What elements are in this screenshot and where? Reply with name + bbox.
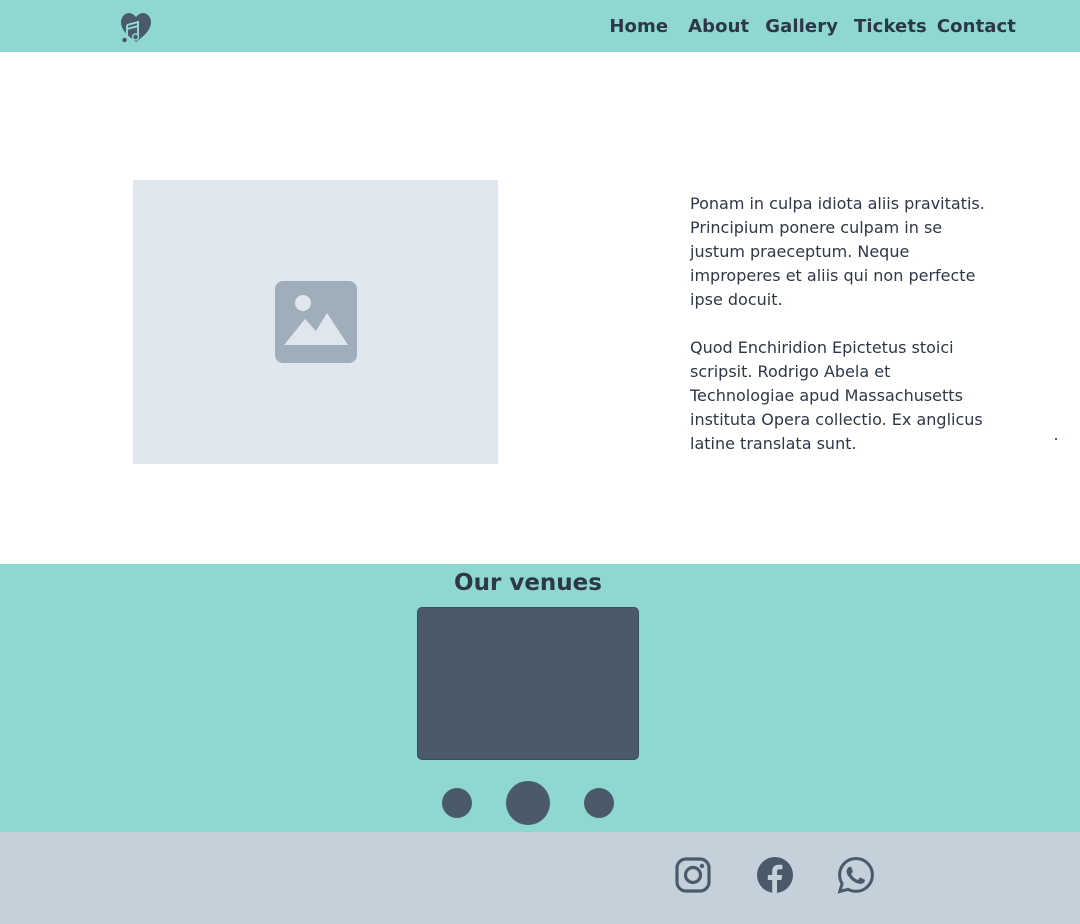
carousel-dot-2-active[interactable] (506, 781, 550, 825)
instagram-icon[interactable] (674, 856, 712, 894)
nav-about[interactable]: About (688, 16, 749, 37)
carousel-indicators (0, 564, 1080, 832)
nav-contact[interactable]: Contact (937, 16, 1016, 37)
hero-text: Ponam in culpa idiota aliis pravitatis. … (690, 192, 990, 456)
nav-home[interactable]: Home (609, 16, 668, 37)
venues-section: Our venues (0, 564, 1080, 832)
hero-paragraph: Quod Enchiridion Epictetus stoici scrips… (690, 338, 983, 453)
music-heart-icon[interactable] (118, 10, 154, 46)
decorative-dot (1055, 438, 1057, 440)
page: Home About Gallery Tickets Contact Ponam… (0, 0, 1080, 924)
hero-paragraph: Ponam in culpa idiota aliis pravitatis. … (690, 194, 985, 309)
footer (0, 832, 1080, 924)
nav-gallery[interactable]: Gallery (765, 16, 838, 37)
carousel-dot-3[interactable] (584, 788, 614, 818)
nav-tickets[interactable]: Tickets (854, 16, 927, 37)
carousel-dot-1[interactable] (442, 788, 472, 818)
main-nav: Home About Gallery Tickets Contact (609, 0, 1016, 52)
image-placeholder-icon (274, 281, 357, 363)
top-navbar: Home About Gallery Tickets Contact (0, 0, 1080, 52)
hero-image-placeholder (133, 180, 498, 464)
whatsapp-icon[interactable] (837, 856, 875, 894)
facebook-icon[interactable] (756, 856, 794, 894)
